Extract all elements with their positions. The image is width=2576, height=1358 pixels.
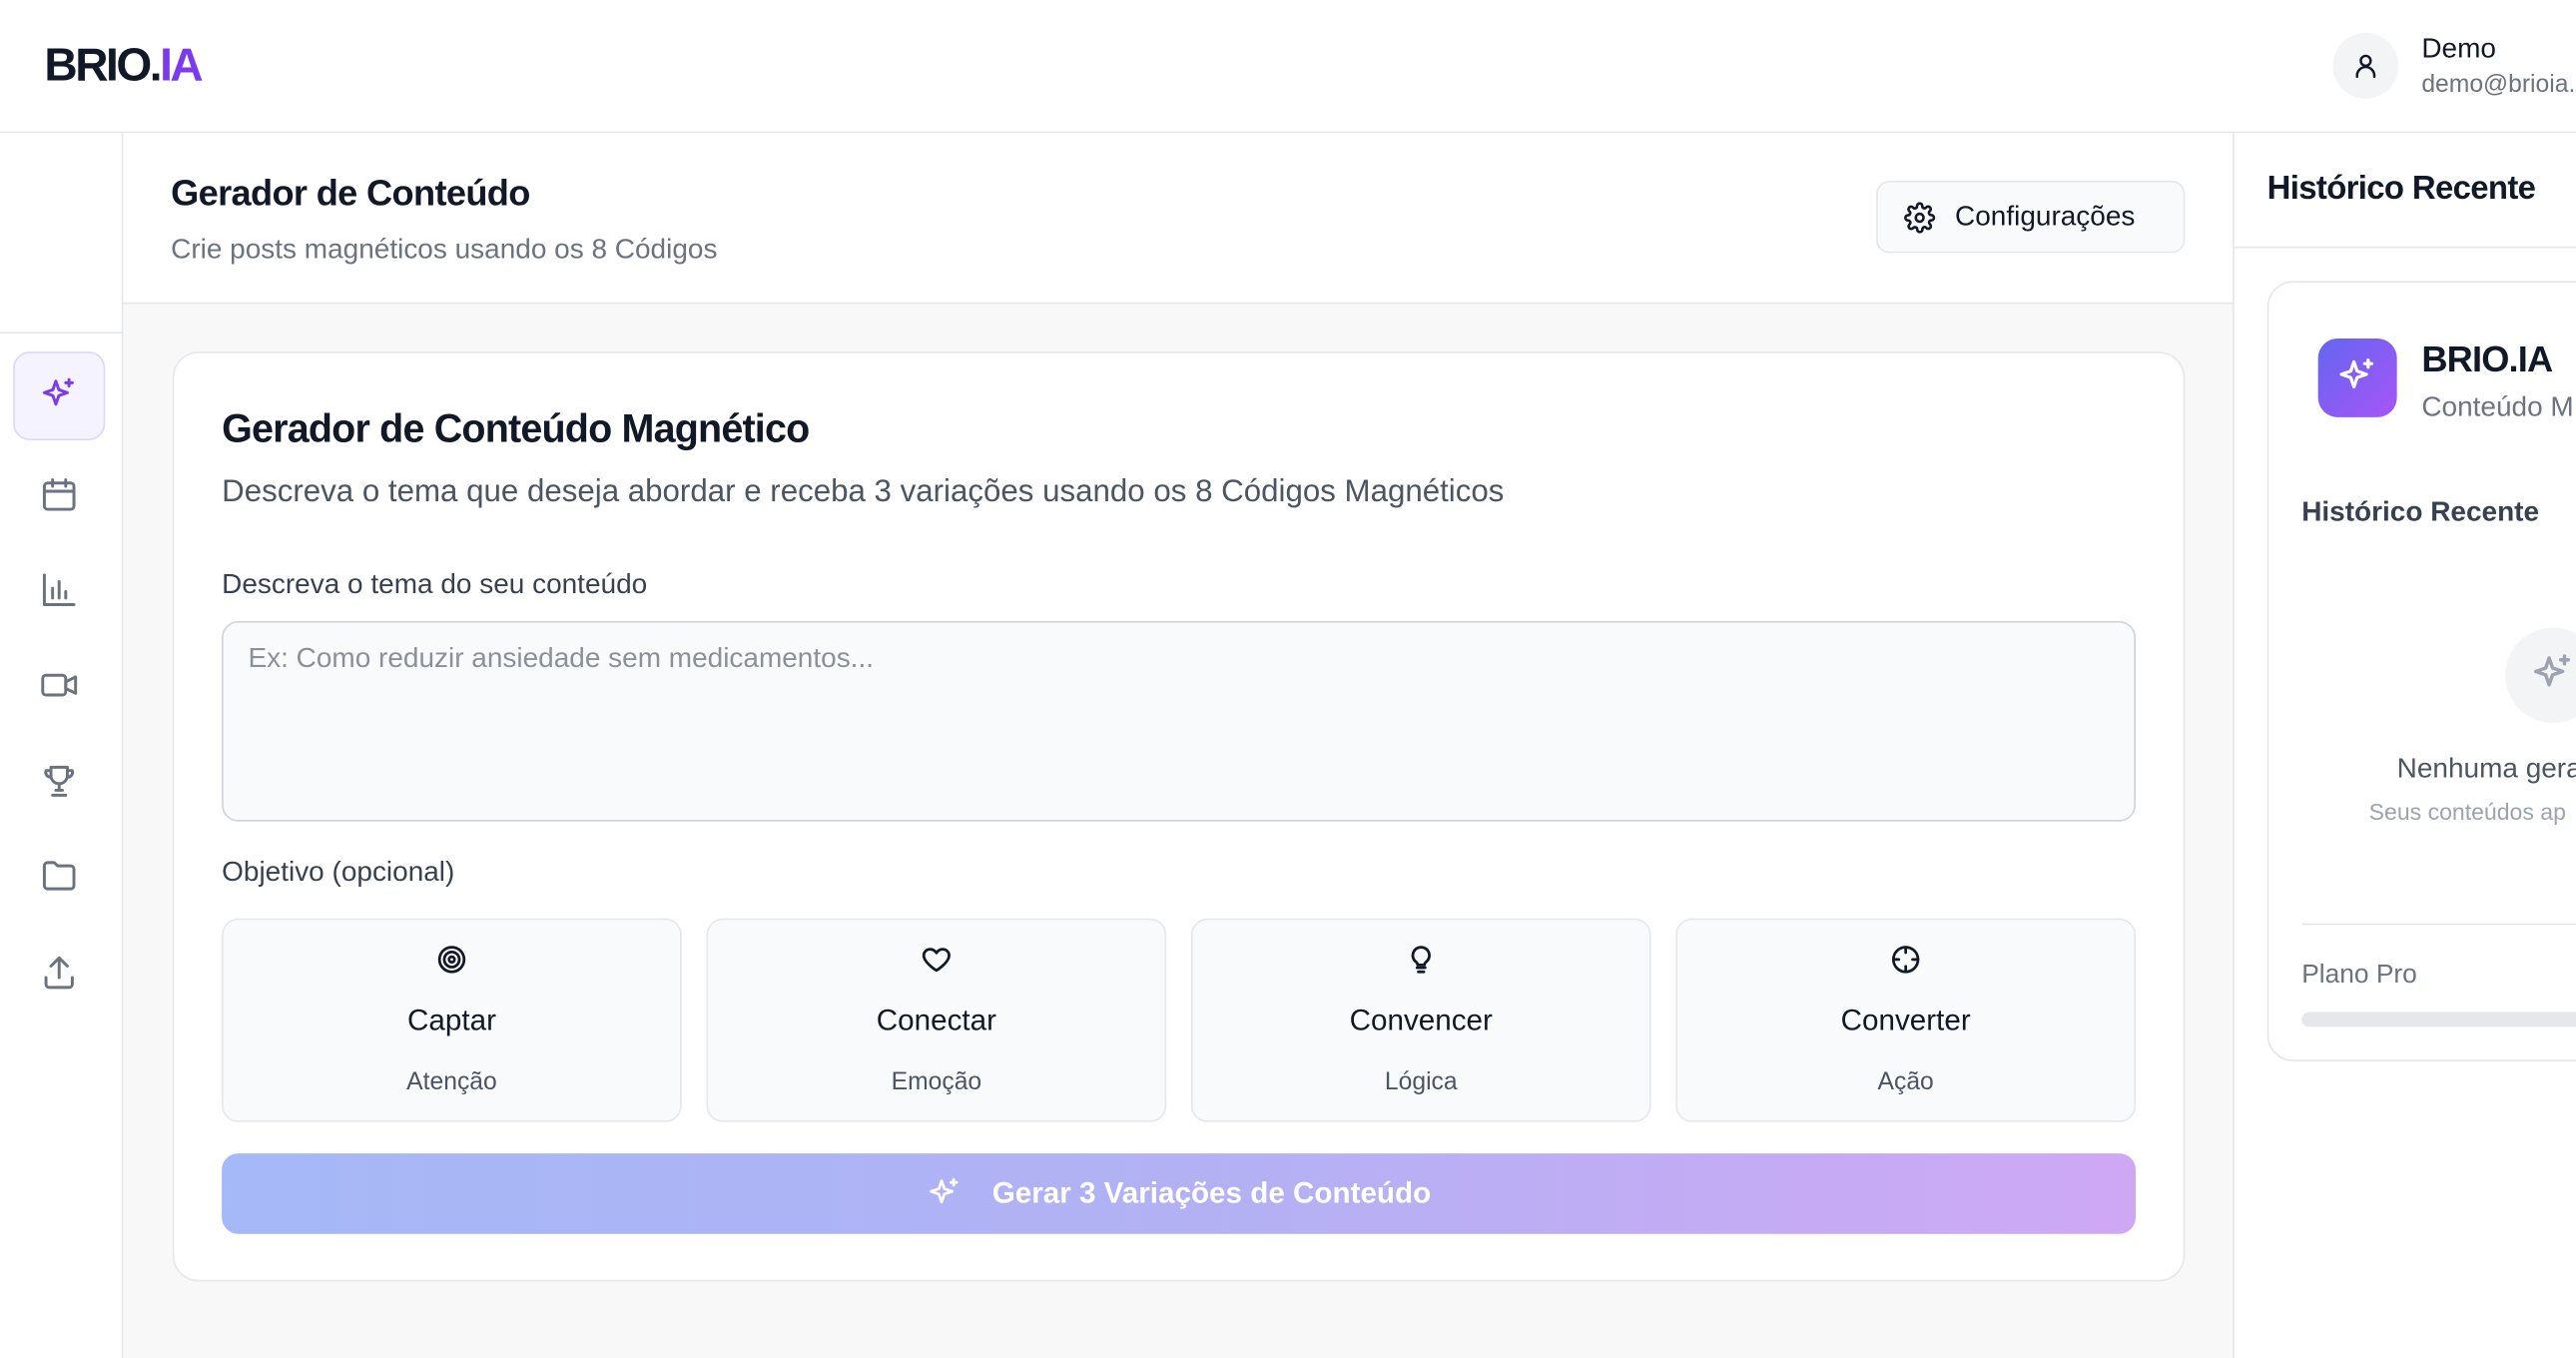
- goal-label: Objetivo (opcional): [222, 856, 455, 888]
- empty-state-title: Nenhuma gera: [2396, 752, 2576, 784]
- sidebar-item-library[interactable]: [13, 832, 105, 921]
- plan-label: Plano Pro: [2301, 961, 2417, 990]
- goal-option-convencer[interactable]: Convencer Lógica: [1190, 918, 1651, 1122]
- user-email: demo@brioia.: [2421, 70, 2576, 99]
- target-icon: [437, 946, 466, 974]
- goal-title: Converter: [1840, 1004, 1971, 1037]
- goal-subtitle: Emoção: [891, 1067, 982, 1096]
- sidebar-item-analytics[interactable]: [13, 545, 105, 634]
- page-subtitle: Crie posts magnéticos usando os 8 Código…: [171, 233, 718, 265]
- content-generator-card: Gerador de Conteúdo Magnético Descreva o…: [172, 351, 2186, 1282]
- page-header: Gerador de Conteúdo Crie posts magnético…: [123, 133, 2234, 305]
- upload-icon: [44, 956, 74, 990]
- goal-title: Conectar: [876, 1004, 996, 1037]
- sidebar: [0, 133, 124, 1358]
- empty-state-subtitle: Seus conteúdos ap: [2368, 798, 2566, 825]
- user-avatar[interactable]: [2332, 32, 2399, 99]
- sidebar-item-achievements[interactable]: [13, 736, 105, 825]
- user-icon: [2355, 54, 2376, 79]
- trophy-icon: [44, 765, 75, 797]
- sparkles-icon: [930, 1176, 959, 1203]
- generator-description: Descreva o tema que deseja abordar e rec…: [222, 474, 1505, 510]
- sidebar-item-calendar[interactable]: [13, 450, 105, 539]
- crosshair-icon: [1891, 946, 1920, 974]
- generate-button-label: Gerar 3 Variações de Conteúdo: [991, 1176, 1432, 1210]
- history-panel-title: Histórico Recente: [2266, 171, 2536, 208]
- bar-chart-icon: [42, 573, 76, 606]
- sidebar-item-videos[interactable]: [13, 641, 105, 730]
- settings-button-label: Configurações: [1955, 200, 2136, 233]
- video-icon: [41, 673, 78, 697]
- user-name: Demo: [2421, 32, 2496, 65]
- sidebar-item-upload[interactable]: [13, 929, 105, 1018]
- brand-badge: [2317, 338, 2397, 417]
- goal-option-conectar[interactable]: Conectar Emoção: [706, 918, 1167, 1122]
- goal-subtitle: Lógica: [1384, 1067, 1458, 1096]
- gear-icon: [1904, 201, 1936, 233]
- sidebar-divider: [0, 332, 124, 335]
- sparkles-icon: [2533, 654, 2571, 687]
- goal-subtitle: Atenção: [406, 1067, 497, 1096]
- history-brand: BRIO.IA: [2421, 338, 2553, 380]
- brand-logo[interactable]: BRIO.IA: [44, 39, 204, 92]
- logo-accent: IA: [160, 39, 204, 91]
- plan-divider: [2301, 923, 2576, 926]
- app-window: BRIO.IA Demo demo@brioia. Gerador de Con…: [0, 0, 2576, 1358]
- settings-button[interactable]: Configurações: [1876, 180, 2186, 254]
- history-panel: Histórico Recente BRIO.IA Conteúdo M His…: [2233, 133, 2576, 1358]
- sparkles-icon: [2339, 358, 2374, 388]
- generate-button[interactable]: Gerar 3 Variações de Conteúdo: [222, 1153, 2137, 1234]
- plan-usage-bar: [2301, 1012, 2576, 1027]
- heart-icon: [922, 948, 951, 973]
- top-bar: BRIO.IA Demo demo@brioia.: [0, 0, 2576, 134]
- sidebar-item-content-generator[interactable]: [13, 351, 106, 440]
- calendar-icon: [42, 477, 76, 511]
- history-brand-subtitle: Conteúdo M: [2421, 390, 2574, 422]
- empty-state-badge: [2505, 627, 2576, 723]
- history-section-title: Histórico Recente: [2301, 495, 2540, 528]
- goal-subtitle: Ação: [1877, 1067, 1934, 1096]
- topic-textarea[interactable]: [222, 620, 2137, 822]
- topic-label: Descreva o tema do seu conteúdo: [222, 568, 648, 600]
- goal-option-captar[interactable]: Captar Atenção: [222, 918, 682, 1122]
- history-panel-divider: [2234, 246, 2576, 249]
- history-card: BRIO.IA Conteúdo M Histórico Recente Nen…: [2266, 281, 2576, 1061]
- goal-title: Convencer: [1349, 1004, 1493, 1037]
- generator-title: Gerador de Conteúdo Magnético: [222, 407, 810, 452]
- goal-option-converter[interactable]: Converter Ação: [1675, 918, 2137, 1122]
- lightbulb-icon: [1411, 946, 1431, 974]
- goal-title: Captar: [407, 1004, 496, 1037]
- folder-icon: [42, 861, 76, 891]
- page-title: Gerador de Conteúdo: [171, 172, 530, 214]
- sparkles-icon: [42, 377, 74, 406]
- logo-text: BRIO.: [44, 39, 162, 91]
